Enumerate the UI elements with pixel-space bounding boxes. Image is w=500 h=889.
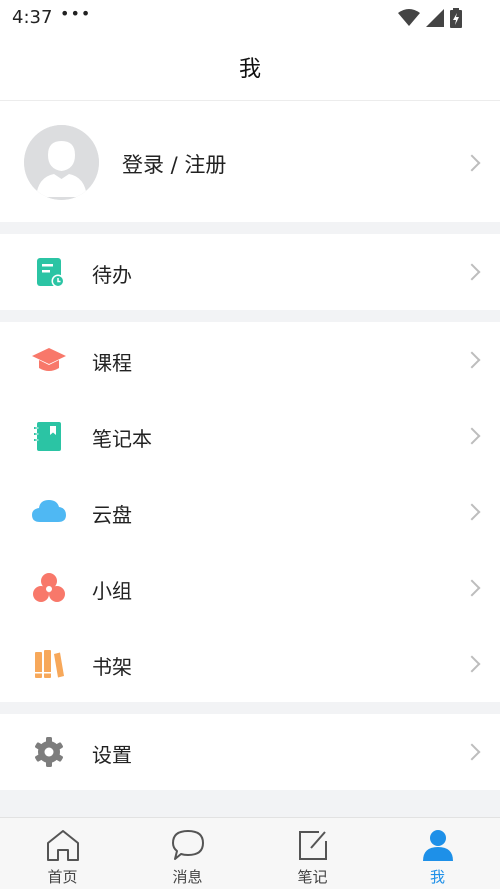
todo-icon [37,258,65,288]
cloud-icon [32,500,66,522]
status-icons [398,8,462,28]
avatar [24,125,99,200]
menu-item-todo[interactable]: 待办 [0,234,500,310]
nav-tab-messages[interactable]: 消息 [125,818,250,889]
todo-section: 待办 [0,234,500,310]
signal-icon [426,9,444,27]
chevron-right-icon [463,263,481,281]
chevron-right-icon [463,503,481,521]
menu-label-group: 小组 [92,579,132,603]
divider [0,702,500,714]
status-time: 4:37 [12,7,53,28]
menu-label-notebook: 笔记本 [92,427,152,451]
login-register-label: 登录 / 注册 [122,153,227,177]
wifi-icon [398,9,420,26]
graduation-cap-icon [32,348,66,371]
divider [0,222,500,234]
user-icon [422,830,453,861]
nav-label-notes: 笔记 [297,868,328,886]
chevron-right-icon [463,579,481,597]
bottom-navigation: 首页 消息 笔记 我 [0,817,500,889]
nav-label-messages: 消息 [172,868,203,886]
home-icon [46,830,79,861]
chevron-right-icon [463,743,481,761]
note-edit-icon [298,831,327,860]
group-icon [33,573,65,602]
nav-tab-me[interactable]: 我 [375,818,500,889]
menu-label-courses: 课程 [92,351,132,375]
nav-tab-notes[interactable]: 笔记 [250,818,375,889]
menu-item-settings[interactable]: 设置 [0,714,500,790]
main-menu-section: 课程 笔记本 云盘 小组 书架 [0,322,500,702]
nav-label-me: 我 [429,868,445,886]
menu-label-todo: 待办 [92,263,132,287]
divider [0,310,500,322]
menu-item-courses[interactable]: 课程 [0,322,500,398]
nav-tab-home[interactable]: 首页 [0,818,125,889]
chevron-right-icon [463,655,481,673]
gear-icon [35,737,63,767]
chevron-right-icon [463,427,481,445]
notebook-icon [34,422,61,451]
notification-dots: ••• [60,4,92,23]
menu-label-bookshelf: 书架 [92,655,132,679]
nav-label-home: 首页 [47,868,78,886]
settings-section: 设置 [0,714,500,790]
chevron-right-icon [463,351,481,369]
title-bar: 我 [0,34,500,101]
menu-item-notebook[interactable]: 笔记本 [0,398,500,474]
menu-label-settings: 设置 [92,743,132,767]
menu-label-cloud: 云盘 [92,503,132,527]
menu-item-bookshelf[interactable]: 书架 [0,626,500,702]
battery-icon [450,8,462,28]
status-bar: 4:37 ••• [0,0,500,34]
bookshelf-icon [35,650,64,678]
page-title: 我 [238,57,261,82]
default-avatar-icon [24,125,99,200]
message-icon [171,830,204,860]
chevron-right-icon [463,154,481,172]
login-register-row[interactable]: 登录 / 注册 [0,101,500,222]
menu-item-group[interactable]: 小组 [0,550,500,626]
menu-item-cloud[interactable]: 云盘 [0,474,500,550]
